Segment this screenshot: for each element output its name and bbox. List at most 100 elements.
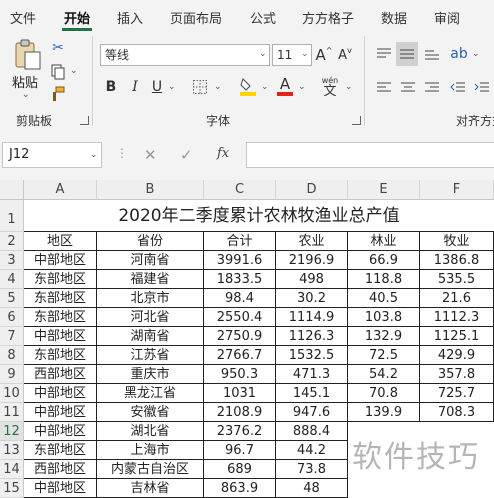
row-header[interactable]: 7	[0, 327, 24, 346]
table-cell[interactable]: 888.4	[276, 422, 348, 441]
table-cell[interactable]: 132.9	[348, 327, 420, 346]
row-header[interactable]: 8	[0, 346, 24, 365]
table-cell[interactable]: 2766.7	[204, 346, 276, 365]
row-header[interactable]: 14	[0, 460, 24, 479]
table-cell[interactable]: 2550.4	[204, 308, 276, 327]
align-middle-icon[interactable]	[396, 42, 418, 66]
underline-dropdown-icon[interactable]: ⌄	[168, 82, 176, 92]
copy-icon[interactable]	[48, 62, 68, 82]
table-cell[interactable]: 河北省	[97, 308, 204, 327]
format-painter-icon[interactable]	[48, 84, 68, 104]
table-cell[interactable]: 708.3	[420, 403, 494, 422]
table-cell[interactable]: 黑龙江省	[97, 384, 204, 403]
table-cell[interactable]: 上海市	[97, 441, 204, 460]
row-header[interactable]: 5	[0, 289, 24, 308]
row-header[interactable]: 6	[0, 308, 24, 327]
row-header[interactable]: 9	[0, 365, 24, 384]
increase-indent-icon[interactable]	[472, 78, 492, 98]
table-cell[interactable]: 118.8	[348, 270, 420, 289]
border-icon[interactable]	[190, 76, 210, 98]
table-cell[interactable]: 中部地区	[24, 251, 97, 270]
enter-icon[interactable]: ✓	[180, 146, 193, 164]
column-header-d[interactable]: D	[276, 180, 348, 200]
table-cell[interactable]	[420, 479, 494, 498]
bold-button[interactable]: B	[102, 76, 120, 98]
column-header-e[interactable]: E	[348, 180, 420, 200]
table-cell[interactable]: 863.9	[204, 479, 276, 498]
sheet-title[interactable]: 2020年二季度累计农林牧渔业总产值	[24, 200, 494, 232]
row-header-2[interactable]: 2	[0, 232, 24, 251]
font-name-select[interactable]: 等线	[100, 44, 270, 66]
table-cell[interactable]: 103.8	[348, 308, 420, 327]
phonetic-dropdown-icon[interactable]: ⌄	[345, 82, 353, 92]
table-cell[interactable]: 1386.8	[420, 251, 494, 270]
header-cell[interactable]: 林业	[348, 232, 420, 251]
insert-function-icon[interactable]: fx	[217, 146, 229, 161]
table-cell[interactable]: 145.1	[276, 384, 348, 403]
font-name-dropdown-icon[interactable]: ⌄	[259, 49, 267, 59]
table-cell[interactable]: 1114.9	[276, 308, 348, 327]
menu-data[interactable]: 数据	[381, 8, 407, 27]
header-cell[interactable]: 地区	[24, 232, 97, 251]
row-header[interactable]: 12	[0, 422, 24, 441]
align-left-icon[interactable]	[374, 78, 394, 98]
table-cell[interactable]: 中部地区	[24, 422, 97, 441]
fill-color-dropdown-icon[interactable]: ⌄	[261, 82, 269, 92]
table-cell[interactable]: 湖北省	[97, 422, 204, 441]
table-cell[interactable]: 中部地区	[24, 327, 97, 346]
column-header-b[interactable]: B	[97, 180, 204, 200]
orientation-dropdown-icon[interactable]: ⌄	[472, 49, 480, 59]
paste-label[interactable]: 粘贴	[12, 72, 38, 91]
table-cell[interactable]: 北京市	[97, 289, 204, 308]
table-cell[interactable]: 河南省	[97, 251, 204, 270]
table-cell[interactable]: 1031	[204, 384, 276, 403]
table-cell[interactable]: 689	[204, 460, 276, 479]
table-cell[interactable]: 950.3	[204, 365, 276, 384]
column-header-a[interactable]: A	[24, 180, 97, 200]
table-cell[interactable]: 1125.1	[420, 327, 494, 346]
align-right-icon[interactable]	[422, 78, 442, 98]
table-cell[interactable]: 54.2	[348, 365, 420, 384]
font-size-dropdown-icon[interactable]: ⌄	[301, 49, 309, 59]
table-cell[interactable]: 471.3	[276, 365, 348, 384]
table-cell[interactable]: 中部地区	[24, 384, 97, 403]
paste-icon[interactable]	[10, 38, 44, 72]
table-cell[interactable]: 535.5	[420, 270, 494, 289]
clipboard-launcher-icon[interactable]	[80, 116, 89, 125]
table-cell[interactable]: 1126.3	[276, 327, 348, 346]
menu-page-layout[interactable]: 页面布局	[170, 8, 222, 27]
row-header[interactable]: 13	[0, 441, 24, 460]
row-header[interactable]: 4	[0, 270, 24, 289]
menu-home[interactable]: 开始	[64, 8, 90, 27]
table-cell[interactable]: 西部地区	[24, 460, 97, 479]
table-cell[interactable]: 东部地区	[24, 270, 97, 289]
table-cell[interactable]: 2750.9	[204, 327, 276, 346]
table-cell[interactable]: 70.8	[348, 384, 420, 403]
table-cell[interactable]: 1532.5	[276, 346, 348, 365]
table-cell[interactable]: 66.9	[348, 251, 420, 270]
table-cell[interactable]: 2376.2	[204, 422, 276, 441]
table-cell[interactable]: 西部地区	[24, 365, 97, 384]
table-cell[interactable]: 947.6	[276, 403, 348, 422]
header-cell[interactable]: 省份	[97, 232, 204, 251]
table-cell[interactable]: 东部地区	[24, 308, 97, 327]
table-cell[interactable]: 357.8	[420, 365, 494, 384]
menu-insert[interactable]: 插入	[117, 8, 143, 27]
formula-input[interactable]	[246, 142, 494, 168]
column-header-c[interactable]: C	[204, 180, 276, 200]
paste-dropdown-icon[interactable]: ⌄	[22, 90, 30, 100]
table-cell[interactable]: 73.8	[276, 460, 348, 479]
orientation-icon[interactable]: ab	[448, 42, 470, 66]
header-cell[interactable]: 牧业	[420, 232, 494, 251]
table-cell[interactable]: 2196.9	[276, 251, 348, 270]
row-header[interactable]: 11	[0, 403, 24, 422]
row-header[interactable]: 10	[0, 384, 24, 403]
row-header[interactable]: 15	[0, 479, 24, 498]
table-cell[interactable]: 中部地区	[24, 403, 97, 422]
phonetic-icon[interactable]: wén 文	[318, 74, 342, 100]
table-cell[interactable]: 72.5	[348, 346, 420, 365]
align-center-icon[interactable]	[398, 78, 418, 98]
column-header-f[interactable]: F	[420, 180, 494, 200]
table-cell[interactable]: 吉林省	[97, 479, 204, 498]
table-cell[interactable]: 江苏省	[97, 346, 204, 365]
